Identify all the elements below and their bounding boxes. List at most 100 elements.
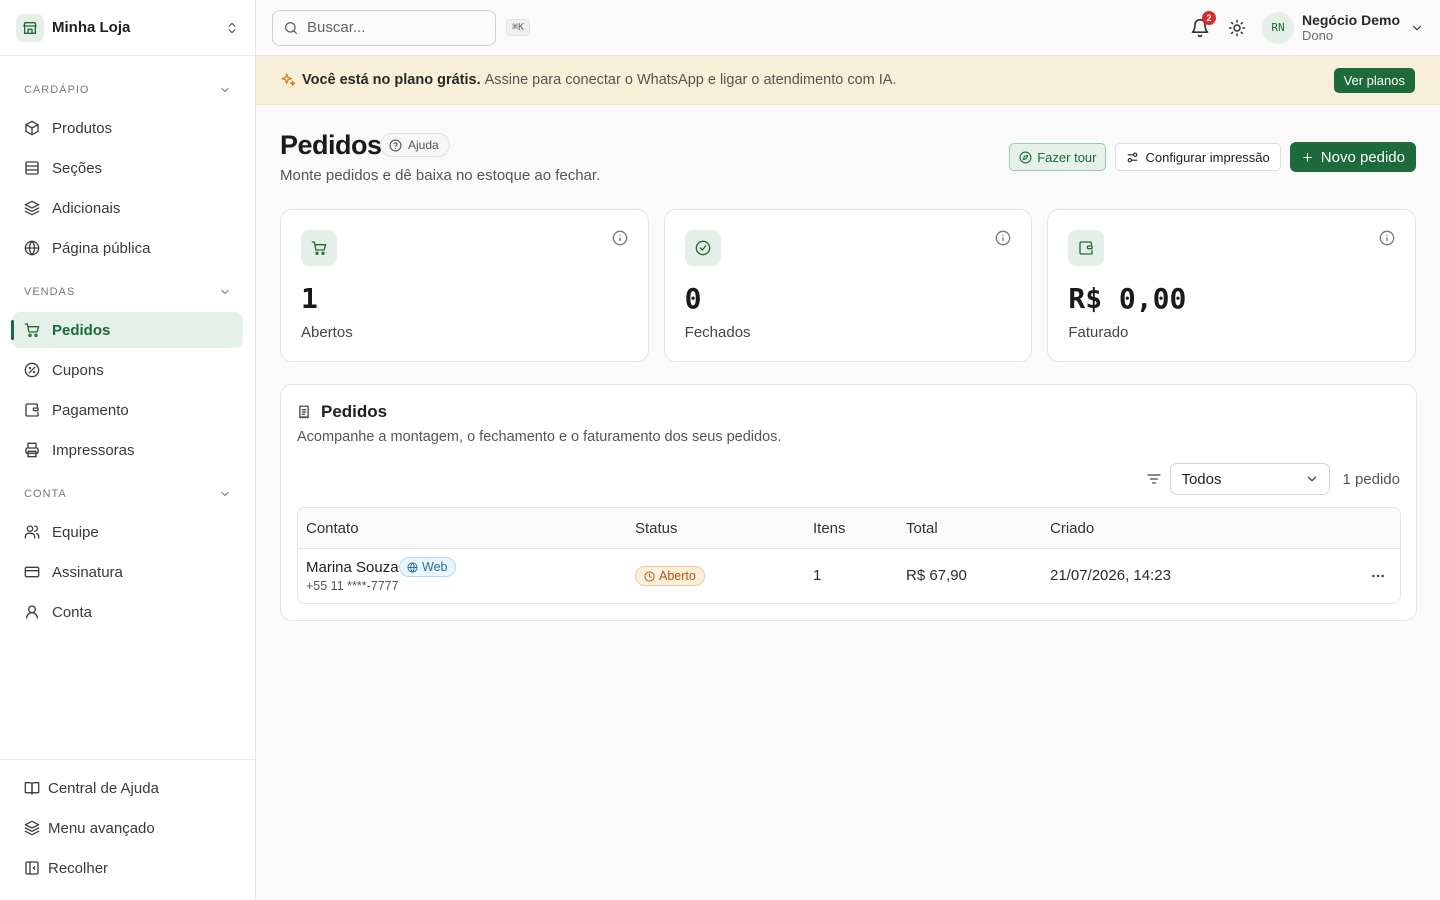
status-badge: Aberto [635,566,705,586]
view-plans-button[interactable]: Ver planos [1333,67,1415,93]
column-header-contato[interactable]: Contato [306,520,359,537]
store-icon [16,13,44,42]
cart-icon [301,230,337,266]
sidebar-item-conta[interactable]: Conta [12,594,243,630]
tour-label: Fazer tour [1037,149,1097,165]
nav-group-title: CONTA [24,488,67,500]
nav-group-conta[interactable]: CONTA [12,476,243,512]
nav-group-vendas[interactable]: VENDAS [12,274,243,310]
avatar[interactable]: RN [1261,11,1294,44]
sidebar-item-pagamento[interactable]: Pagamento [12,392,243,428]
status-filter-select[interactable]: Todos [1170,463,1331,495]
users-icon [24,524,40,540]
layers-icon [24,200,40,216]
print-settings-label: Configurar impressão [1145,149,1270,165]
search-box[interactable]: ⌘K [272,9,531,46]
stats-row: 1 Abertos 0 Fechados R$ 0,00 Faturado [280,209,1417,362]
banner-text: Assine para conectar o WhatsApp e ligar … [484,72,897,88]
help-center-link[interactable]: Central de Ajuda [12,770,243,806]
status-filter-value: Todos [1181,470,1222,488]
info-icon[interactable] [612,230,628,246]
page-title: Pedidos [280,130,382,160]
items-count: 1 [813,567,822,584]
sidebar-item-cupons[interactable]: Cupons [12,352,243,388]
sidebar-item-impressoras[interactable]: Impressoras [12,432,243,468]
user-role: Dono [1301,27,1334,43]
sidebar-item-label: Pagamento [52,401,129,419]
topbar-actions: 2 RN Negócio Demo Dono [1190,10,1424,44]
footer-item-label: Central de Ajuda [48,779,159,797]
chevron-down-icon[interactable] [1410,21,1424,35]
clock-icon [644,570,655,582]
nav-group-title: CARDÁPIO [24,84,90,96]
sidebar-item-label: Assinatura [52,563,123,581]
sidebar-item-label: Adicionais [52,199,121,217]
sidebar-item-pedidos[interactable]: Pedidos [11,312,243,348]
info-icon[interactable] [1379,230,1395,246]
globe-icon [407,561,418,573]
sidebar-item-assinatura[interactable]: Assinatura [12,554,243,590]
stat-card-abertos: 1 Abertos [280,209,649,362]
print-settings-button[interactable]: Configurar impressão [1115,143,1281,171]
sidebar-item-produtos[interactable]: Produtos [12,110,243,146]
sidebar-item-label: Cupons [52,361,104,379]
order-total: R$ 67,90 [906,567,967,584]
search-input[interactable] [307,19,506,36]
sidebar: Minha Loja CARDÁPIO Produtos Seções Adic… [0,0,256,900]
collapse-sidebar-button[interactable]: Recolher [12,850,243,886]
new-order-label: Novo pedido [1320,148,1405,166]
chevrons-up-down-icon [225,21,239,35]
stat-value: 1 [301,282,318,315]
sidebar-item-label: Página pública [52,239,151,257]
chevron-down-icon [219,84,231,96]
table-header: Contato Status Itens Total Criado [298,508,1400,549]
column-header-itens[interactable]: Itens [813,520,846,537]
store-switcher[interactable]: Minha Loja [0,0,255,56]
advanced-menu-link[interactable]: Menu avançado [12,810,243,846]
sidebar-item-label: Impressoras [52,441,135,459]
footer-item-label: Menu avançado [48,819,155,837]
sidebar-item-label: Conta [52,603,93,621]
info-icon[interactable] [995,230,1011,246]
orders-table: Contato Status Itens Total Criado Marina… [297,507,1401,604]
stat-label: Faturado [1068,324,1129,341]
column-header-criado[interactable]: Criado [1050,520,1094,537]
table-row[interactable]: Marina Souza Web +55 11 ****-7777 Aberto… [298,549,1400,603]
nav-group-cardapio[interactable]: CARDÁPIO [12,72,243,108]
channel-badge: Web [399,557,457,577]
sidebar-item-secoes[interactable]: Seções [12,150,243,186]
help-button[interactable]: Ajuda [380,133,450,157]
orders-card-subtitle: Acompanhe a montagem, o fechamento e o f… [297,429,782,445]
book-icon [24,780,40,796]
more-actions-icon[interactable] [1370,568,1386,584]
column-header-status[interactable]: Status [635,520,678,537]
sidebar-item-equipe[interactable]: Equipe [12,514,243,550]
collapse-icon [24,860,40,876]
plan-banner: Você está no plano grátis. Assine para c… [256,56,1440,105]
chevron-down-icon [219,488,231,500]
wallet-icon [1068,230,1105,266]
banner-title: Você está no plano grátis. [302,72,481,88]
credit-card-icon [24,564,40,580]
topbar: ⌘K 2 RN Negócio Demo Dono [256,0,1440,56]
settings-sliders-icon [1126,151,1139,164]
orders-title-text: Pedidos [321,402,388,421]
new-order-button[interactable]: Novo pedido [1289,142,1416,172]
sidebar-item-pagina-publica[interactable]: Página pública [12,230,243,266]
orders-card: Pedidos Acompanhe a montagem, o fechamen… [280,384,1417,621]
sidebar-item-label: Seções [52,159,103,177]
sun-icon [1228,19,1246,37]
orders-count: 1 pedido [1342,470,1400,488]
column-header-total[interactable]: Total [906,520,938,537]
chevron-down-icon [1305,472,1319,486]
notifications-button[interactable]: 2 [1190,10,1216,38]
sidebar-item-adicionais[interactable]: Adicionais [12,190,243,226]
stat-label: Abertos [301,324,353,341]
status-label: Aberto [659,569,696,583]
store-name: Minha Loja [52,19,131,36]
theme-toggle-button[interactable] [1228,19,1246,37]
plus-icon [1301,151,1314,164]
notifications-badge: 2 [1201,10,1216,25]
user-menu[interactable]: Negócio Demo Dono [1302,12,1400,44]
tour-button[interactable]: Fazer tour [1009,143,1107,171]
